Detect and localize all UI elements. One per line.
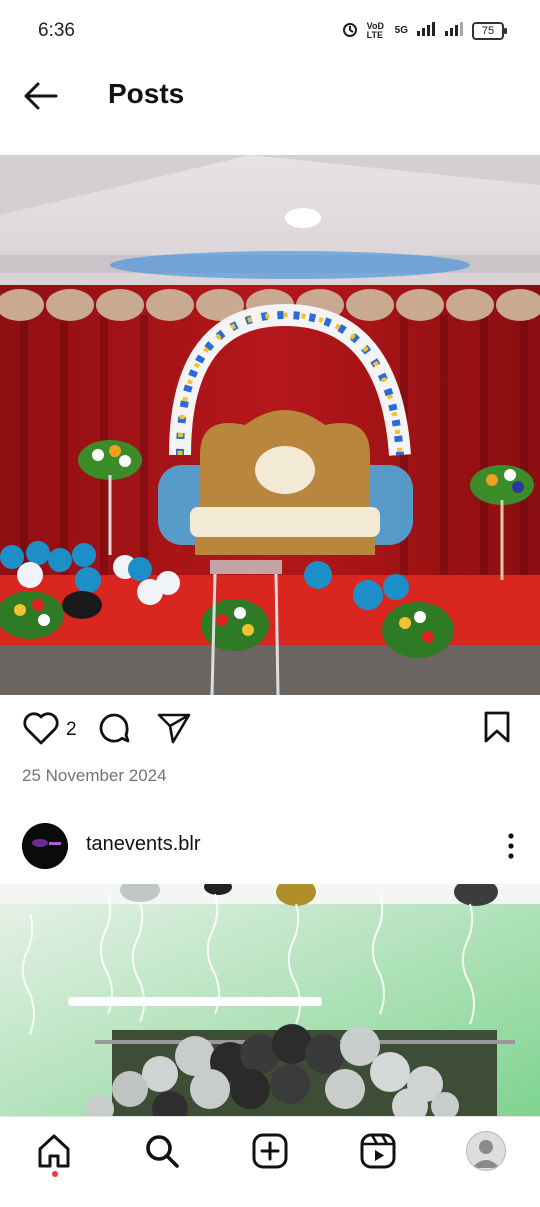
send-icon: [157, 713, 191, 744]
signal-icon: [416, 22, 436, 39]
arrow-left-icon: [24, 82, 58, 110]
search-icon: [146, 1135, 179, 1168]
bottom-navigation: [0, 1116, 540, 1207]
nav-search[interactable]: [142, 1131, 182, 1171]
alarm-icon: [341, 20, 359, 41]
comment-icon: [99, 713, 130, 743]
page-title: Posts: [108, 78, 185, 109]
notification-dot: [52, 1171, 58, 1177]
like-count[interactable]: 2: [66, 719, 77, 741]
post-image[interactable]: [0, 155, 540, 695]
nav-reels[interactable]: [358, 1131, 398, 1171]
username[interactable]: tanevents.blr: [86, 833, 201, 856]
header-bar: Posts: [0, 60, 540, 132]
more-vertical-icon: [508, 833, 514, 859]
bookmark-icon: [484, 711, 510, 743]
signal-icon-2: [444, 22, 464, 39]
heart-icon: [23, 712, 59, 745]
post-actions: 2: [0, 702, 540, 756]
avatar[interactable]: [22, 823, 68, 869]
status-icons: VoD LTE 5G 75: [341, 20, 507, 41]
post-date: 25 November 2024: [22, 766, 167, 785]
nav-create[interactable]: [250, 1131, 290, 1171]
save-button[interactable]: [482, 710, 512, 749]
share-button[interactable]: [156, 711, 192, 750]
nav-home[interactable]: [34, 1131, 74, 1177]
reels-icon: [360, 1133, 396, 1169]
network-type: 5G: [394, 25, 408, 36]
status-time: 6:36: [38, 20, 75, 41]
back-button[interactable]: [20, 78, 64, 114]
nav-profile[interactable]: [466, 1131, 506, 1171]
create-icon: [252, 1133, 288, 1169]
more-options-button[interactable]: [504, 832, 518, 860]
like-button[interactable]: [22, 710, 60, 751]
post-image[interactable]: [0, 884, 540, 1116]
home-icon: [38, 1134, 70, 1168]
network-label: VoD LTE: [366, 20, 384, 40]
comment-button[interactable]: [96, 710, 132, 751]
battery-indicator: 75: [472, 21, 507, 40]
status-bar: 6:36 VoD LTE 5G 75: [0, 0, 540, 60]
profile-icon: [466, 1131, 506, 1171]
post-header: tanevents.blr: [0, 818, 540, 872]
